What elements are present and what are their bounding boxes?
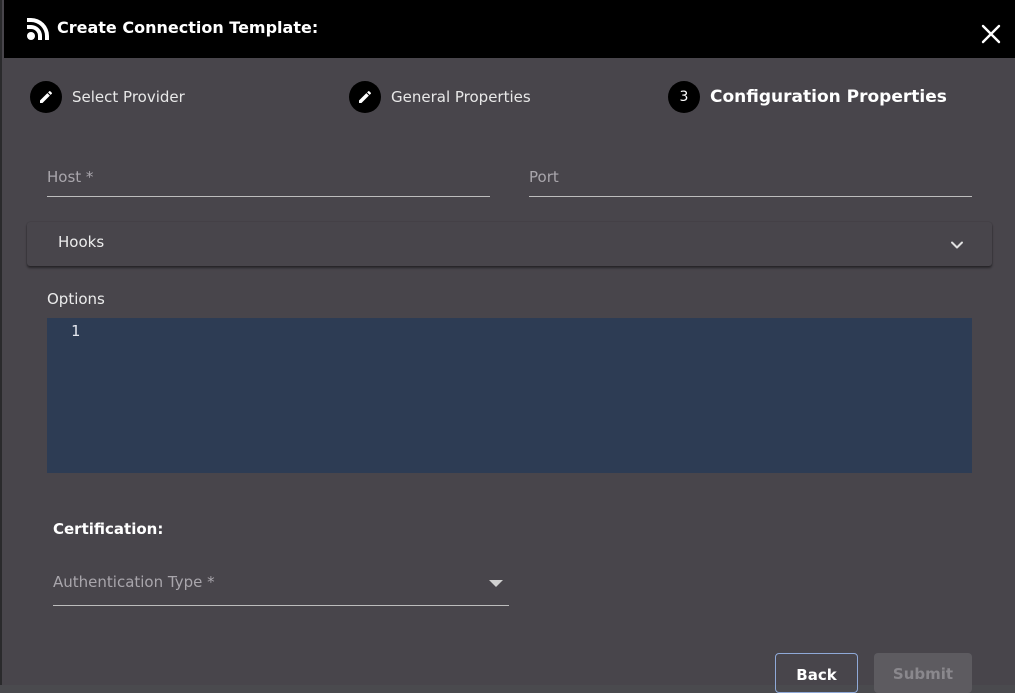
- hooks-accordion[interactable]: Hooks: [27, 222, 992, 266]
- port-label: Port: [529, 168, 559, 186]
- step-label: Select Provider: [72, 88, 185, 106]
- step-general-properties[interactable]: General Properties: [349, 80, 531, 114]
- step-1-marker: [30, 81, 62, 113]
- submit-button[interactable]: Submit: [874, 653, 972, 693]
- host-field[interactable]: Host *: [47, 163, 490, 197]
- step-label: Configuration Properties: [710, 87, 947, 107]
- dialog-titlebar: Create Connection Template:: [4, 0, 1015, 58]
- hooks-label: Hooks: [58, 233, 105, 251]
- options-code-editor[interactable]: 1: [47, 318, 972, 473]
- back-button[interactable]: Back: [775, 653, 858, 693]
- step-configuration-properties[interactable]: 3 Configuration Properties: [668, 80, 947, 114]
- edit-icon: [359, 90, 372, 103]
- step-2-marker: [349, 81, 381, 113]
- close-icon[interactable]: [979, 22, 1003, 46]
- port-field[interactable]: Port: [529, 163, 972, 197]
- chevron-down-icon: [951, 241, 963, 249]
- step-select-provider[interactable]: Select Provider: [30, 80, 185, 114]
- line-number: 1: [71, 322, 81, 340]
- step-label: General Properties: [391, 88, 531, 106]
- create-connection-template-dialog: Create Connection Template: Select Provi…: [0, 0, 1015, 693]
- rss-feed-icon: [27, 18, 49, 40]
- options-label: Options: [47, 290, 105, 308]
- authentication-type-select[interactable]: Authentication Type *: [53, 568, 509, 606]
- host-label: Host *: [47, 168, 94, 186]
- certification-heading: Certification:: [53, 520, 164, 538]
- edit-icon: [40, 90, 53, 103]
- step-3-marker: 3: [668, 81, 700, 113]
- dialog-title: Create Connection Template:: [57, 18, 319, 37]
- authentication-type-label: Authentication Type *: [53, 573, 215, 591]
- dropdown-arrow-icon: [489, 580, 503, 587]
